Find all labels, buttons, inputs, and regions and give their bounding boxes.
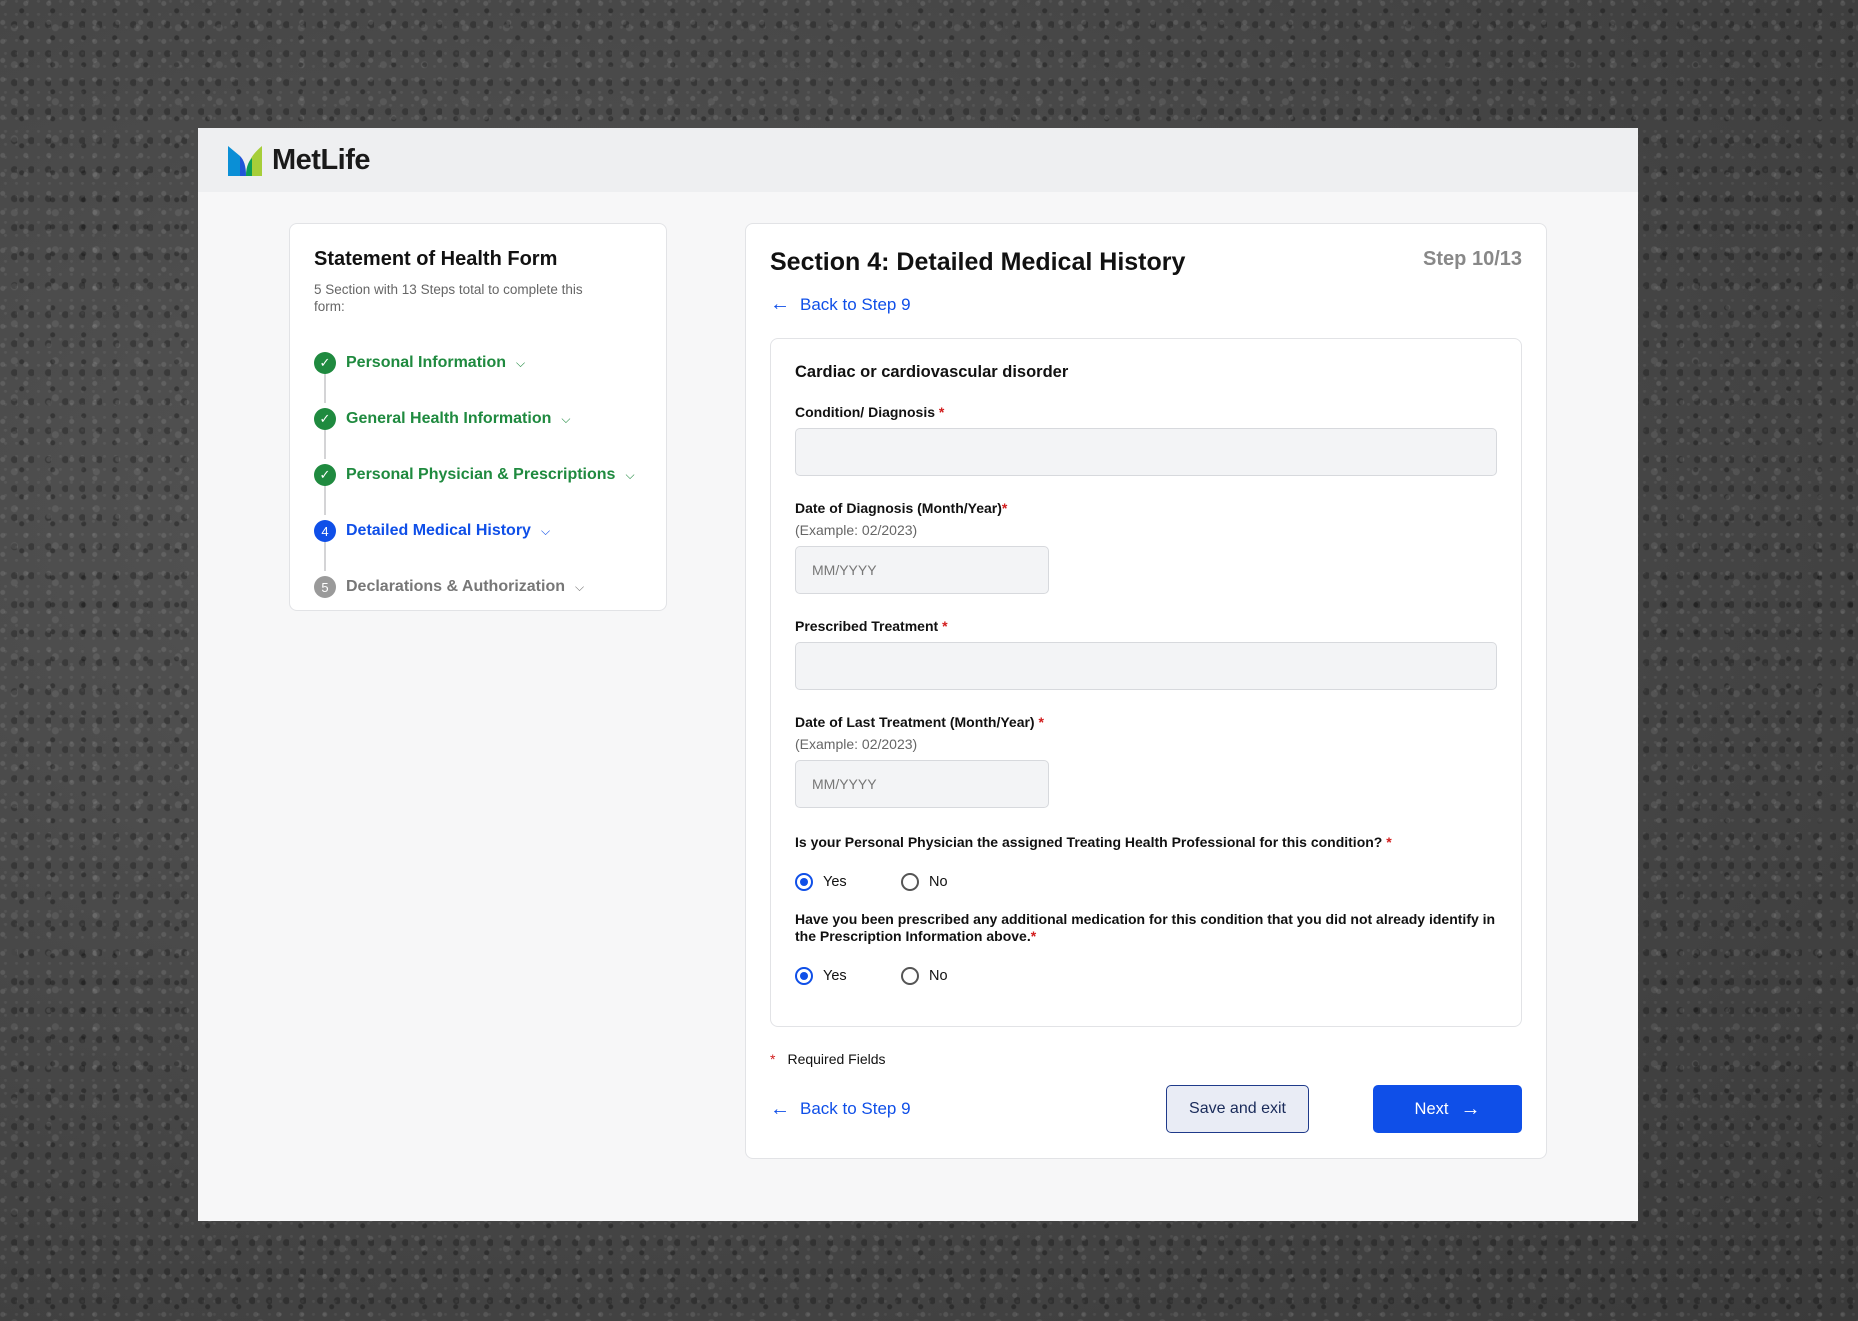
radio-label-yes: Yes <box>823 968 847 984</box>
sidebar-title: Statement of Health Form <box>314 248 558 270</box>
physician-radio-group: Yes No <box>795 873 1497 891</box>
step-connector <box>324 481 326 515</box>
chevron-down-icon[interactable]: ⌵ <box>561 412 570 427</box>
step-connector <box>324 369 326 403</box>
brand-name: MetLife <box>272 143 371 176</box>
form-footer: ← Back to Step 9 Save and exit Next → <box>770 1085 1522 1133</box>
radio-label-no: No <box>929 968 948 984</box>
check-icon: ✓ <box>314 408 336 430</box>
required-asterisk: * <box>942 618 948 634</box>
medication-radio-group: Yes No <box>795 967 1497 985</box>
date-of-diagnosis-input[interactable] <box>795 546 1049 594</box>
back-to-step-link[interactable]: ← Back to Step 9 <box>770 293 1522 316</box>
date-of-last-treatment-input[interactable] <box>795 760 1049 808</box>
treatment-label-text: Prescribed Treatment <box>795 618 939 634</box>
condition-input[interactable] <box>795 428 1497 476</box>
app-window: MetLife Statement of Health Form 5 Secti… <box>198 128 1638 1221</box>
physician-question: Is your Personal Physician the assigned … <box>795 834 1497 851</box>
arrow-right-icon: → <box>1460 1097 1481 1120</box>
step-number-badge: 4 <box>314 520 336 542</box>
required-asterisk: * <box>1001 500 1008 516</box>
required-fields-note: * Required Fields <box>770 1051 1522 1067</box>
metlife-logo[interactable]: MetLife <box>228 143 371 177</box>
check-icon: ✓ <box>314 464 336 486</box>
step-list: ✓ Personal Information ⌵ ✓ General Healt… <box>314 335 642 615</box>
check-icon: ✓ <box>314 352 336 374</box>
physician-no-option[interactable]: No <box>901 873 1007 891</box>
radio-label-yes: Yes <box>823 874 847 890</box>
step-label: Detailed Medical History <box>346 522 531 539</box>
required-asterisk: * <box>1038 714 1044 730</box>
radio-unselected[interactable] <box>901 967 919 985</box>
physician-question-text: Is your Personal Physician the assigned … <box>795 834 1383 850</box>
step-label: Personal Information <box>346 354 507 371</box>
chevron-down-icon[interactable]: ⌵ <box>541 524 550 539</box>
required-asterisk: * <box>1386 834 1392 850</box>
radio-unselected[interactable] <box>901 873 919 891</box>
step-personal-physician-prescriptions[interactable]: ✓ Personal Physician & Prescriptions ⌵ <box>314 425 642 503</box>
chevron-down-icon[interactable]: ⌵ <box>575 580 584 595</box>
date-diag-hint: (Example: 02/2023) <box>795 522 918 538</box>
step-connector <box>324 537 326 571</box>
page-title: Section 4: Detailed Medical History <box>770 248 1186 276</box>
prescribed-treatment-label: Prescribed Treatment * <box>795 618 1497 634</box>
medication-question-text: Have you been prescribed any additional … <box>795 911 1496 944</box>
medical-history-form: Cardiac or cardiovascular disorder Condi… <box>770 338 1522 1027</box>
step-detailed-medical-history[interactable]: 4 Detailed Medical History ⌵ <box>314 481 642 559</box>
required-fields-text: Required Fields <box>787 1051 886 1067</box>
date-diag-label-text: Date of Diagnosis (Month/Year) <box>795 500 1002 516</box>
arrow-left-icon: ← <box>770 293 790 315</box>
step-label: Declarations & Authorization <box>346 578 565 595</box>
main-header: Section 4: Detailed Medical History Step… <box>770 248 1522 277</box>
header-bar: MetLife <box>198 128 1638 192</box>
step-counter: Step 10/13 <box>1423 248 1522 270</box>
date-last-hint: (Example: 02/2023) <box>795 736 918 752</box>
prescribed-treatment-input[interactable] <box>795 642 1497 690</box>
arrow-left-icon: ← <box>770 1097 790 1120</box>
step-label: Personal Physician & Prescriptions <box>346 466 616 483</box>
sidebar-subtitle: 5 Section with 13 Steps total to complet… <box>314 282 583 314</box>
date-of-last-treatment-label: Date of Last Treatment (Month/Year) * <box>795 714 1497 730</box>
radio-label-no: No <box>929 874 948 890</box>
step-label: General Health Information <box>346 410 552 427</box>
next-label: Next <box>1414 1099 1449 1118</box>
progress-sidebar: Statement of Health Form 5 Section with … <box>289 223 667 611</box>
back-link-label: Back to Step 9 <box>800 294 911 314</box>
footer-back-label: Back to Step 9 <box>800 1099 911 1118</box>
condition-label-text: Condition/ Diagnosis <box>795 404 935 420</box>
required-asterisk: * <box>1030 928 1037 944</box>
chevron-down-icon[interactable]: ⌵ <box>625 468 634 483</box>
step-general-health-information[interactable]: ✓ General Health Information ⌵ <box>314 369 642 447</box>
required-asterisk: * <box>938 404 945 420</box>
step-number-badge: 5 <box>314 576 336 598</box>
radio-selected[interactable] <box>795 967 813 985</box>
required-asterisk: * <box>770 1051 776 1067</box>
medication-yes-option[interactable]: Yes <box>795 967 901 985</box>
footer-back-link[interactable]: ← Back to Step 9 <box>770 1098 911 1121</box>
step-personal-information[interactable]: ✓ Personal Information ⌵ <box>314 335 642 391</box>
date-last-label-text: Date of Last Treatment (Month/Year) <box>795 714 1035 730</box>
date-of-diagnosis-label: Date of Diagnosis (Month/Year)* <box>795 500 1497 516</box>
radio-selected[interactable] <box>795 873 813 891</box>
step-connector <box>324 425 326 459</box>
physician-yes-option[interactable]: Yes <box>795 873 901 891</box>
next-button[interactable]: Next → <box>1373 1085 1522 1133</box>
condition-label: Condition/ Diagnosis * <box>795 404 1497 420</box>
medication-no-option[interactable]: No <box>901 967 1007 985</box>
form-heading: Cardiac or cardiovascular disorder <box>795 363 1069 381</box>
save-and-exit-button[interactable]: Save and exit <box>1166 1085 1309 1133</box>
metlife-logo-icon <box>228 146 262 176</box>
main-panel: Section 4: Detailed Medical History Step… <box>745 223 1547 1159</box>
chevron-down-icon[interactable]: ⌵ <box>516 356 525 371</box>
step-declarations-authorization[interactable]: 5 Declarations & Authorization ⌵ <box>314 537 642 615</box>
medication-question: Have you been prescribed any additional … <box>795 911 1497 945</box>
